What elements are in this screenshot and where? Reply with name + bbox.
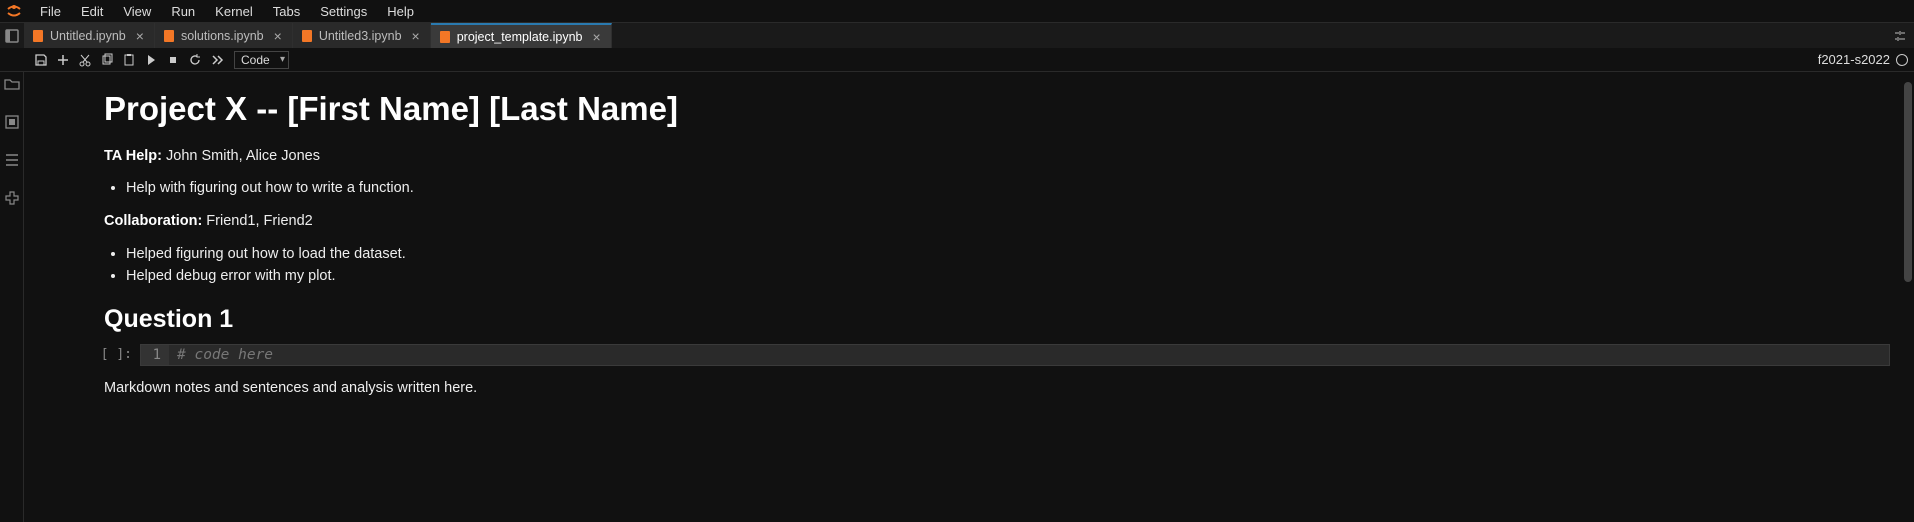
scrollbar[interactable] <box>1904 82 1912 282</box>
close-icon[interactable]: × <box>412 29 420 43</box>
copy-button[interactable] <box>96 49 118 71</box>
folder-icon[interactable] <box>4 76 20 92</box>
close-icon[interactable]: × <box>593 30 601 44</box>
markdown-cell[interactable]: Project X -- [First Name] [Last Name] TA… <box>104 90 1534 334</box>
restart-button[interactable] <box>184 49 206 71</box>
cell-type-select[interactable]: Code <box>234 51 289 69</box>
save-button[interactable] <box>30 49 52 71</box>
menu-help[interactable]: Help <box>377 2 424 21</box>
menu-settings[interactable]: Settings <box>310 2 377 21</box>
line-number: 1 <box>141 345 169 365</box>
sidebar-toggle[interactable] <box>0 23 24 48</box>
menu-file[interactable]: File <box>30 2 71 21</box>
settings-icon[interactable] <box>1886 23 1914 48</box>
input-prompt: [ ]: <box>70 344 140 362</box>
cut-button[interactable] <box>74 49 96 71</box>
toc-icon[interactable] <box>4 152 20 168</box>
add-cell-button[interactable] <box>52 49 74 71</box>
notebook-icon <box>163 30 175 42</box>
tab-label: Untitled.ipynb <box>50 29 126 43</box>
notebook-toolbar: Code f2021-s2022 <box>0 48 1914 72</box>
menu-edit[interactable]: Edit <box>71 2 113 21</box>
paste-button[interactable] <box>118 49 140 71</box>
ta-help-line: TA Help: John Smith, Alice Jones <box>104 146 1534 167</box>
tab-untitled3[interactable]: Untitled3.ipynb × <box>293 23 431 48</box>
tab-bar: Untitled.ipynb × solutions.ipynb × Untit… <box>0 22 1914 48</box>
menu-view[interactable]: View <box>113 2 161 21</box>
menu-kernel[interactable]: Kernel <box>205 2 263 21</box>
notebook-icon <box>439 31 451 43</box>
code-text[interactable]: # code here <box>169 345 281 365</box>
collaboration-line: Collaboration: Friend1, Friend2 <box>104 211 1534 232</box>
question-heading: Question 1 <box>104 305 1534 334</box>
activity-bar <box>0 72 24 522</box>
menubar: File Edit View Run Kernel Tabs Settings … <box>0 0 1914 22</box>
tab-label: solutions.ipynb <box>181 29 264 43</box>
stop-button[interactable] <box>162 49 184 71</box>
notebook-icon <box>32 30 44 42</box>
menu-run[interactable]: Run <box>161 2 205 21</box>
run-button[interactable] <box>140 49 162 71</box>
code-input[interactable]: 1 # code here <box>140 344 1890 366</box>
kernel-name[interactable]: f2021-s2022 <box>1818 52 1890 67</box>
notebook-icon <box>301 30 313 42</box>
kernel-status-icon[interactable] <box>1896 54 1908 66</box>
close-icon[interactable]: × <box>274 29 282 43</box>
notebook-panel[interactable]: Project X -- [First Name] [Last Name] TA… <box>24 72 1914 522</box>
running-icon[interactable] <box>4 114 20 130</box>
markdown-cell[interactable]: Markdown notes and sentences and analysi… <box>104 378 1534 399</box>
tab-project-template[interactable]: project_template.ipynb × <box>431 23 612 48</box>
jupyter-logo-icon <box>6 2 24 20</box>
close-icon[interactable]: × <box>136 29 144 43</box>
list-item: Help with figuring out how to write a fu… <box>126 177 1534 199</box>
tab-label: Untitled3.ipynb <box>319 29 402 43</box>
page-title: Project X -- [First Name] [Last Name] <box>104 90 1534 128</box>
list-item: Helped figuring out how to load the data… <box>126 243 1534 265</box>
tab-solutions[interactable]: solutions.ipynb × <box>155 23 293 48</box>
code-cell[interactable]: [ ]: 1 # code here <box>70 344 1890 366</box>
menu-tabs[interactable]: Tabs <box>263 2 310 21</box>
tab-label: project_template.ipynb <box>457 30 583 44</box>
extensions-icon[interactable] <box>4 190 20 206</box>
list-item: Helped debug error with my plot. <box>126 265 1534 287</box>
tab-untitled[interactable]: Untitled.ipynb × <box>24 23 155 48</box>
run-all-button[interactable] <box>206 49 228 71</box>
markdown-notes: Markdown notes and sentences and analysi… <box>104 378 1534 399</box>
